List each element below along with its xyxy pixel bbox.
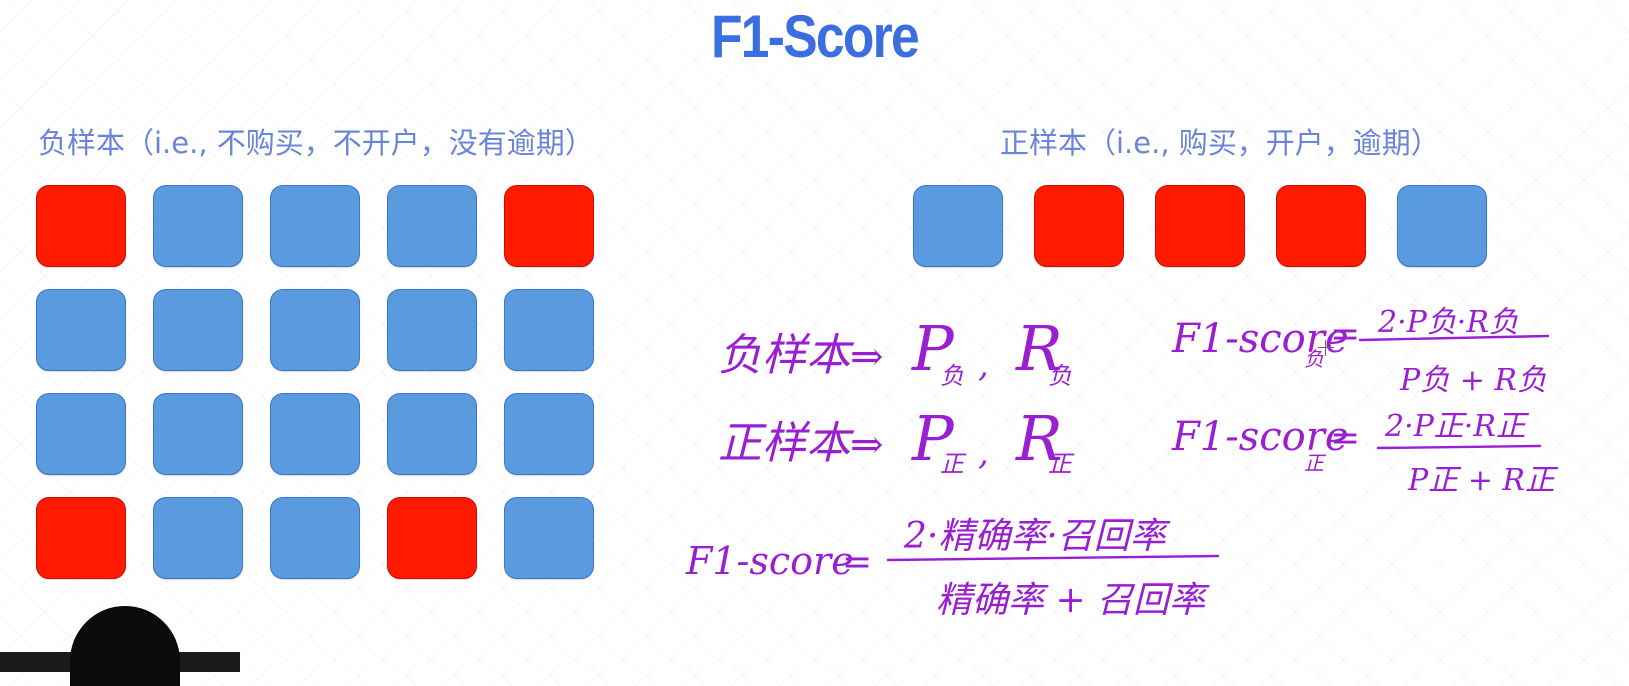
svg-text:F1-score: F1-score xyxy=(685,539,854,583)
crosshair-cursor-icon xyxy=(1318,340,1334,356)
svg-text:负: 负 xyxy=(940,362,964,390)
f1-positive-formula: F1-score 正 = 2·P正·R正 P正 + R正 xyxy=(1171,409,1559,498)
svg-text:=: = xyxy=(842,542,872,583)
svg-text:P负 + R负: P负 + R负 xyxy=(1399,363,1547,398)
svg-text:精确率 + 召回率: 精确率 + 召回率 xyxy=(936,580,1210,621)
svg-text:=: = xyxy=(1330,314,1360,355)
svg-text:正样本: 正样本 xyxy=(718,418,855,469)
svg-text:,: , xyxy=(978,345,989,385)
pos-precision-recall-line: 正样本 ⇒ P 正 , R 正 xyxy=(718,402,1075,478)
svg-text:P正 + R正: P正 + R正 xyxy=(1407,463,1559,498)
svg-text:正: 正 xyxy=(1048,450,1075,478)
svg-text:负: 负 xyxy=(1048,362,1072,390)
svg-text:⇒: ⇒ xyxy=(850,334,884,380)
svg-text:,: , xyxy=(978,433,989,473)
svg-text:2·P负·R负: 2·P负·R负 xyxy=(1377,305,1519,340)
svg-text:正: 正 xyxy=(1304,451,1327,475)
handwritten-formulas: 负样本 ⇒ P 负 , R 负 正样本 ⇒ P 正 , R 正 F1-score… xyxy=(685,305,1559,621)
neg-precision-recall-line: 负样本 ⇒ P 负 , R 负 xyxy=(718,312,1072,390)
svg-text:2·精确率·召回率: 2·精确率·召回率 xyxy=(903,516,1171,557)
svg-text:负样本: 负样本 xyxy=(718,330,855,381)
f1-general-formula: F1-score = 2·精确率·召回率 精确率 + 召回率 xyxy=(685,516,1220,621)
f1-negative-formula: F1-score 负 = 2·P负·R负 P负 + R负 xyxy=(1171,305,1550,398)
svg-text:2·P正·R正: 2·P正·R正 xyxy=(1384,409,1530,444)
svg-text:=: = xyxy=(1330,418,1360,459)
fraction-bar xyxy=(1376,444,1542,450)
svg-text:正: 正 xyxy=(940,450,967,478)
svg-text:⇒: ⇒ xyxy=(850,422,884,468)
